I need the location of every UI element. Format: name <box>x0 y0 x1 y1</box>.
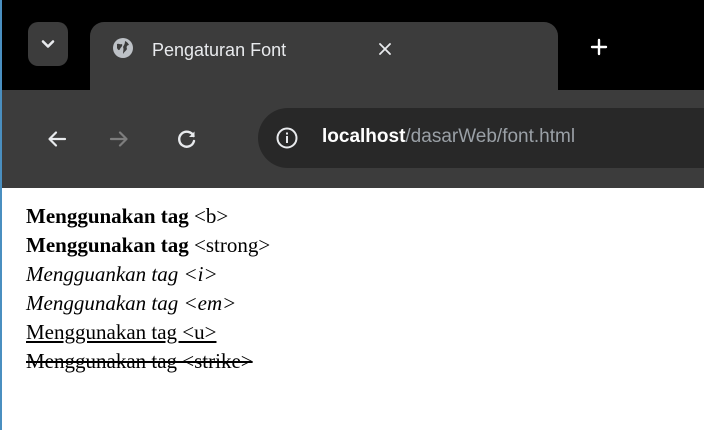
globe-icon <box>113 38 133 58</box>
reload-button[interactable] <box>170 122 204 156</box>
strong-line-text: Menggunakan tag <box>26 233 189 257</box>
bold-line-text: Menggunakan tag <box>26 204 189 228</box>
arrow-left-icon <box>48 131 67 147</box>
url-host: localhost <box>322 126 406 147</box>
strong-line-tag: <strong> <box>194 233 271 257</box>
back-button[interactable] <box>40 122 74 156</box>
reload-icon <box>178 130 196 148</box>
site-info-button[interactable] <box>272 123 302 153</box>
forward-button[interactable] <box>102 122 136 156</box>
tab-strip: Pengaturan Font <box>2 0 704 94</box>
browser-toolbar: localhost/dasarWeb/font.html <box>2 90 704 188</box>
bold-line: Menggunakan tag <b> <box>26 202 270 231</box>
italic-line: Mengguankan tag <i> <box>26 262 218 286</box>
bold-line-tag: <b> <box>194 204 229 228</box>
plus-icon <box>590 38 608 56</box>
tab-title: Pengaturan Font <box>152 40 287 60</box>
underline-line: Menggunakan tag <u> <box>26 320 217 344</box>
tab-close-button[interactable] <box>370 34 400 64</box>
em-line: Menggunakan tag <em> <box>26 291 237 315</box>
strong-line: Menggunakan tag <strong> <box>26 231 270 260</box>
chevron-down-icon <box>41 40 55 48</box>
url-text: localhost/dasarWeb/font.html <box>322 126 575 148</box>
url-path: /dasarWeb/font.html <box>405 126 576 147</box>
tab-search-button[interactable] <box>28 22 68 66</box>
strike-line: Menggunakan tag <strike> <box>26 349 253 373</box>
arrow-right-icon <box>109 131 128 147</box>
page-content: Menggunakan tag <b> Menggunakan tag <str… <box>26 202 270 376</box>
tab-active[interactable]: Pengaturan Font <box>90 22 558 94</box>
address-bar[interactable]: localhost/dasarWeb/font.html <box>258 108 704 168</box>
browser-window: Pengaturan Font localhost/dasarWeb/font.… <box>0 0 704 430</box>
new-tab-button[interactable] <box>582 30 616 64</box>
close-icon <box>379 43 391 55</box>
info-icon <box>276 127 298 149</box>
